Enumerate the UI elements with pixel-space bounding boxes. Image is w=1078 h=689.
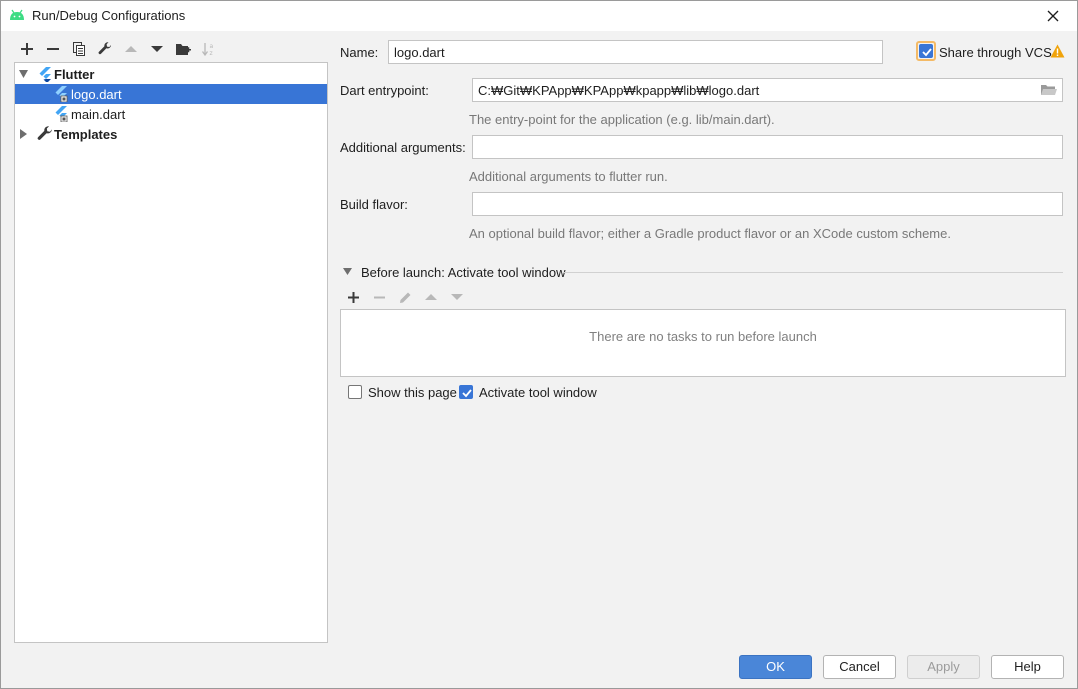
flutter-run-config-icon	[55, 86, 68, 102]
section-divider	[563, 272, 1063, 273]
plus-icon	[347, 291, 359, 303]
plus-icon	[21, 43, 33, 55]
tree-label-logo-dart: logo.dart	[71, 87, 122, 102]
show-page-label[interactable]: Show this page	[368, 385, 457, 400]
entrypoint-label: Dart entrypoint:	[340, 83, 429, 98]
activate-tool-window-checkbox[interactable]	[459, 385, 473, 399]
name-label: Name:	[340, 45, 379, 60]
move-down-button[interactable]	[146, 39, 168, 59]
flavor-input[interactable]	[472, 192, 1063, 216]
collapse-section-icon[interactable]	[343, 268, 352, 275]
args-hint: Additional arguments to flutter run.	[469, 169, 668, 184]
edit-task-button[interactable]	[394, 287, 416, 307]
sort-configurations-button[interactable]: a z	[198, 39, 220, 59]
tree-group-flutter[interactable]: Flutter	[15, 64, 327, 84]
sort-icon: a z	[202, 43, 214, 56]
flutter-icon	[39, 67, 51, 82]
move-task-down-button[interactable]	[446, 287, 468, 307]
arrow-up-icon	[425, 294, 437, 300]
tree-item-logo-dart[interactable]: logo.dart	[15, 84, 327, 104]
folder-new-icon	[175, 43, 191, 55]
configurations-tree[interactable]: Flutter logo.dart main.dart Templates	[14, 62, 328, 643]
remove-task-button[interactable]	[368, 287, 390, 307]
tree-label-flutter: Flutter	[54, 67, 95, 82]
flavor-hint: An optional build flavor; either a Gradl…	[469, 226, 951, 241]
before-launch-title[interactable]: Before launch: Activate tool window	[361, 265, 566, 280]
activate-tool-window-label[interactable]: Activate tool window	[479, 385, 597, 400]
add-task-button[interactable]	[342, 287, 364, 307]
cancel-button[interactable]: Cancel	[823, 655, 896, 679]
copy-configuration-button[interactable]	[68, 39, 90, 59]
name-input[interactable]	[388, 40, 883, 64]
move-up-button[interactable]	[120, 39, 142, 59]
copy-icon	[72, 42, 85, 56]
before-launch-tasks-list[interactable]: There are no tasks to run before launch	[340, 309, 1066, 377]
move-task-up-button[interactable]	[420, 287, 442, 307]
apply-button[interactable]: Apply	[907, 655, 980, 679]
add-configuration-button[interactable]	[16, 39, 38, 59]
tree-group-templates[interactable]: Templates	[15, 124, 327, 144]
flavor-label: Build flavor:	[340, 197, 408, 212]
warning-icon[interactable]	[1050, 44, 1065, 58]
expand-arrow-icon[interactable]	[19, 70, 28, 78]
help-button[interactable]: Help	[991, 655, 1064, 679]
run-debug-dialog: Run/Debug Configurations a z Flutter log…	[0, 0, 1078, 689]
close-button[interactable]	[1039, 4, 1067, 28]
arrow-down-icon	[451, 294, 463, 300]
collapse-arrow-icon[interactable]	[20, 129, 27, 139]
close-icon	[1047, 10, 1059, 22]
empty-tasks-text: There are no tasks to run before launch	[589, 329, 817, 344]
share-vcs-label[interactable]: Share through VCS	[939, 45, 1052, 60]
edit-templates-button[interactable]	[94, 39, 116, 59]
minus-icon	[373, 296, 385, 298]
arrow-up-icon	[125, 46, 137, 52]
wrench-icon	[37, 126, 52, 140]
tree-item-main-dart[interactable]: main.dart	[15, 104, 327, 124]
remove-configuration-button[interactable]	[42, 39, 64, 59]
entrypoint-input[interactable]	[472, 78, 1063, 102]
flutter-run-config-icon	[55, 106, 68, 122]
pencil-icon	[399, 292, 410, 303]
window-title: Run/Debug Configurations	[32, 8, 186, 23]
show-page-checkbox[interactable]	[348, 385, 362, 399]
title-bar: Run/Debug Configurations	[1, 1, 1077, 31]
wrench-icon	[98, 42, 111, 55]
android-icon	[9, 9, 25, 21]
tree-label-main-dart: main.dart	[71, 107, 126, 122]
share-vcs-checkbox[interactable]	[919, 44, 933, 58]
svg-text:a: a	[210, 43, 214, 50]
checkmark-icon	[922, 48, 932, 57]
checkmark-icon	[462, 389, 472, 398]
tree-label-templates: Templates	[54, 127, 118, 142]
browse-folder-icon[interactable]	[1041, 84, 1057, 96]
arrow-down-icon	[151, 46, 163, 52]
entrypoint-hint: The entry-point for the application (e.g…	[469, 112, 775, 127]
args-input[interactable]	[472, 135, 1063, 159]
svg-text:z: z	[210, 50, 213, 56]
ok-button[interactable]: OK	[739, 655, 812, 679]
minus-icon	[47, 48, 59, 50]
new-folder-button[interactable]	[172, 39, 194, 59]
args-label: Additional arguments:	[340, 140, 466, 155]
